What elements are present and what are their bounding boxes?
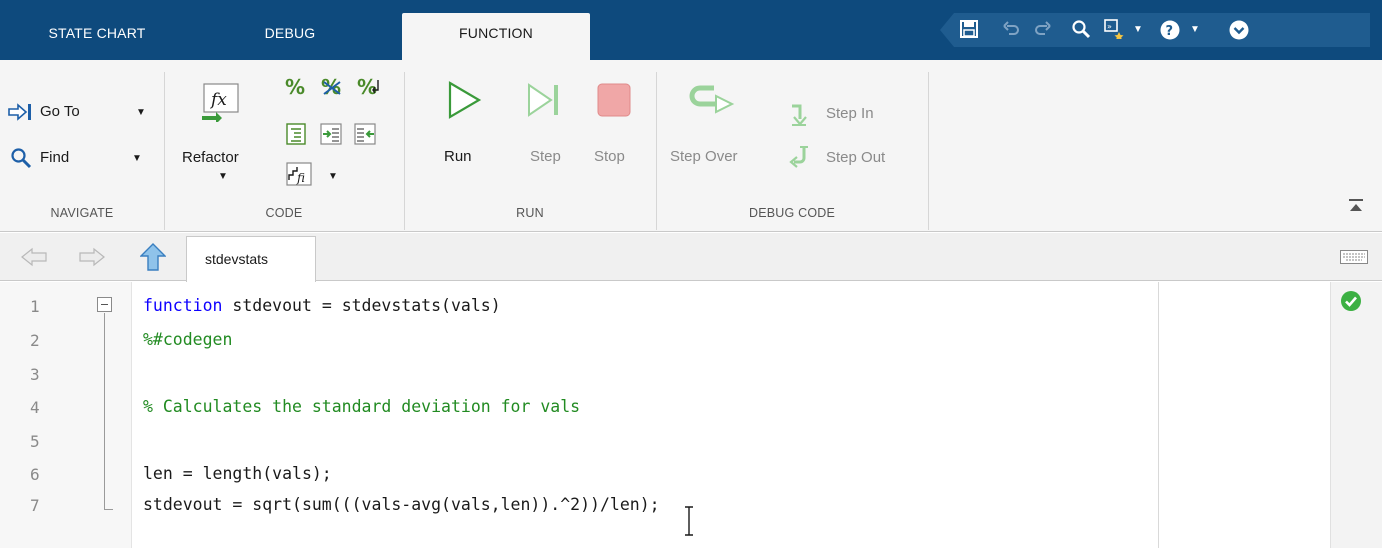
- tab-state-chart[interactable]: STATE CHART: [22, 13, 172, 60]
- go-to-button[interactable]: Go To: [40, 103, 80, 120]
- section-label-navigate: NAVIGATE: [50, 206, 114, 220]
- stop-icon: [596, 82, 632, 123]
- refactor-dropdown-icon[interactable]: ▼: [218, 171, 228, 182]
- code-line[interactable]: %#codegen: [143, 330, 232, 349]
- code-text: len = length(vals);: [143, 464, 332, 483]
- run-button[interactable]: Run: [444, 148, 472, 165]
- step-icon: [526, 80, 562, 125]
- find-icon: [10, 147, 32, 174]
- increase-indent-icon[interactable]: [320, 123, 342, 150]
- tab-function[interactable]: FUNCTION: [402, 13, 590, 60]
- redo-icon[interactable]: [1032, 19, 1054, 41]
- save-icon[interactable]: [958, 19, 980, 41]
- shortcuts-dropdown-icon[interactable]: ▼: [1133, 19, 1143, 41]
- line-number: 4: [30, 398, 40, 417]
- up-folder-arrow-icon[interactable]: [139, 243, 167, 276]
- code-text: stdevout = sqrt(sum(((vals-avg(vals,len)…: [143, 495, 660, 514]
- line-number: 7: [30, 496, 40, 515]
- right-text-margin: [1158, 282, 1159, 548]
- code-editor[interactable]: 1 function stdevout = stdevstats(vals) 2 %#…: [0, 282, 1382, 548]
- line-number: 2: [30, 331, 40, 350]
- options-icon[interactable]: [1228, 19, 1250, 41]
- code-analyzer-ok-icon[interactable]: [1340, 290, 1362, 312]
- comment-icon[interactable]: %: [284, 75, 308, 103]
- toolstrip-tabs: STATE CHART DEBUG FUNCTION » ▼ ? ▼: [0, 0, 1382, 60]
- svg-text:%: %: [357, 76, 377, 98]
- editor-tab-bar: stdevstats: [0, 233, 1382, 282]
- code-line[interactable]: % Calculates the standard deviation for …: [143, 397, 580, 416]
- svg-text:»: »: [1107, 22, 1112, 31]
- refactor-icon: fx: [200, 82, 242, 127]
- search-icon[interactable]: [1070, 19, 1092, 41]
- back-arrow-icon[interactable]: [20, 247, 48, 272]
- smart-indent-icon[interactable]: [286, 123, 306, 150]
- find-button[interactable]: Find: [40, 149, 69, 166]
- svg-text:?: ?: [1166, 24, 1174, 39]
- forward-arrow-icon[interactable]: [78, 247, 106, 272]
- fold-guide-end: [104, 509, 113, 510]
- code-line[interactable]: len = length(vals);: [143, 464, 332, 483]
- step-in-button[interactable]: Step In: [826, 105, 874, 122]
- tab-debug[interactable]: DEBUG: [225, 13, 355, 60]
- decrease-indent-icon[interactable]: [354, 123, 376, 150]
- go-to-icon: [8, 103, 34, 126]
- code-comment: % Calculates the standard deviation for …: [143, 397, 581, 416]
- step-over-icon: [688, 80, 744, 125]
- keyboard-icon[interactable]: [1340, 250, 1368, 264]
- file-tab-stdevstats[interactable]: stdevstats: [186, 236, 316, 282]
- code-keyword: function: [143, 296, 223, 315]
- run-icon: [446, 80, 482, 125]
- fixed-point-dropdown-icon[interactable]: ▼: [328, 171, 338, 182]
- step-over-button[interactable]: Step Over: [670, 148, 738, 165]
- svg-text:fi: fi: [296, 171, 305, 185]
- step-out-button[interactable]: Step Out: [826, 149, 885, 166]
- line-number: 6: [30, 465, 40, 484]
- line-number: 1: [30, 297, 40, 316]
- help-dropdown-icon[interactable]: ▼: [1190, 19, 1200, 41]
- undo-icon[interactable]: [1000, 19, 1022, 41]
- help-icon[interactable]: ?: [1159, 19, 1181, 41]
- text-cursor-icon: [683, 505, 695, 537]
- code-analyzer-strip: [1330, 282, 1382, 548]
- shortcuts-icon[interactable]: »: [1104, 19, 1126, 41]
- fixed-point-icon[interactable]: fi: [286, 162, 312, 191]
- go-to-dropdown-icon[interactable]: ▼: [136, 107, 146, 118]
- code-line[interactable]: stdevout = sqrt(sum(((vals-avg(vals,len)…: [143, 495, 660, 514]
- section-label-debug-code: DEBUG CODE: [748, 206, 836, 220]
- code-comment: %#codegen: [143, 330, 233, 349]
- stop-button[interactable]: Stop: [594, 148, 625, 165]
- fold-guide: [104, 313, 105, 510]
- section-label-code: CODE: [265, 206, 303, 220]
- ribbon: Go To ▼ Find ▼ NAVIGATE fx Refactor ▼ % …: [0, 60, 1382, 232]
- step-out-icon: [788, 144, 812, 175]
- svg-text:%: %: [285, 76, 305, 98]
- svg-text:fx: fx: [209, 90, 227, 110]
- uncomment-icon[interactable]: %: [320, 75, 344, 103]
- section-label-run: RUN: [516, 206, 544, 220]
- code-line[interactable]: function stdevout = stdevstats(vals): [143, 296, 501, 315]
- find-dropdown-icon[interactable]: ▼: [132, 153, 142, 164]
- code-text: stdevout = stdevstats(vals): [222, 296, 501, 315]
- refactor-button[interactable]: Refactor: [182, 149, 239, 166]
- step-button[interactable]: Step: [530, 148, 561, 165]
- wrap-comments-icon[interactable]: %: [356, 75, 384, 103]
- step-in-icon: [788, 103, 810, 132]
- line-number: 3: [30, 365, 40, 384]
- collapse-ribbon-icon[interactable]: [1348, 198, 1364, 214]
- fold-collapse-icon[interactable]: [97, 297, 112, 312]
- section-divider: [928, 72, 929, 230]
- line-number: 5: [30, 432, 40, 451]
